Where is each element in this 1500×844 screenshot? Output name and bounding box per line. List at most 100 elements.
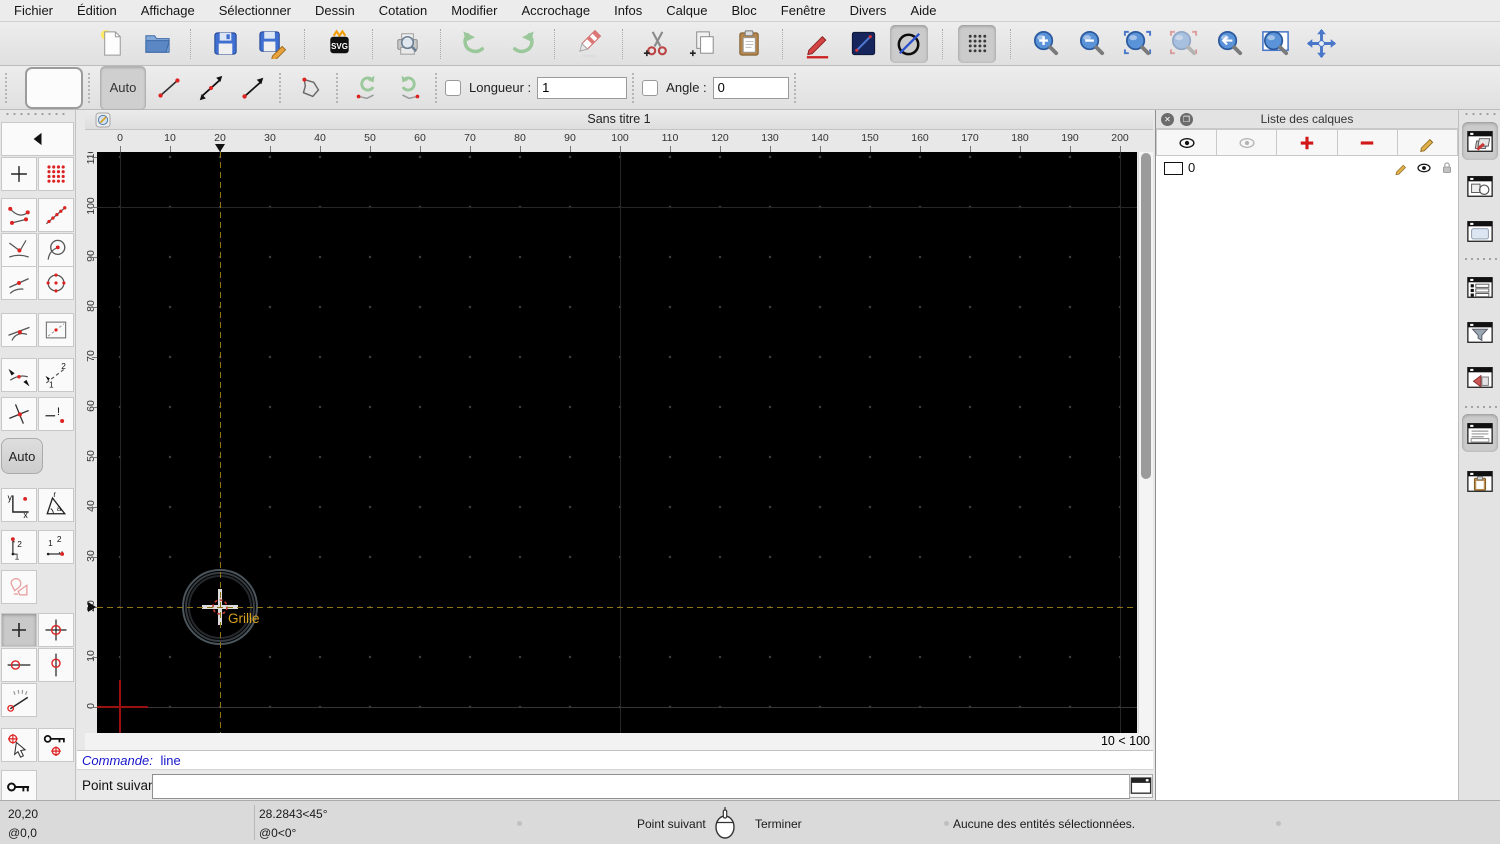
ordinate-2-button[interactable]: 12 [38, 530, 74, 564]
menu-calque[interactable]: Calque [666, 3, 707, 18]
grid-toggle-button[interactable] [958, 24, 996, 63]
menu-selectionner[interactable]: Sélectionner [219, 3, 291, 18]
snap-free-button[interactable] [1, 157, 37, 191]
snap-nearest-button[interactable] [1, 233, 37, 267]
layer-filter-dock-button[interactable] [1462, 313, 1498, 351]
save-button[interactable] [206, 25, 244, 63]
layer-color-swatch[interactable] [1164, 162, 1183, 175]
restrict-plus-button[interactable] [1, 613, 37, 647]
command-widget-toggle-button[interactable] [1129, 774, 1153, 798]
drawing-canvas[interactable]: Grille [97, 152, 1137, 733]
library-browser-dock-button[interactable] [1462, 212, 1498, 250]
document-titlebar[interactable]: Sans titre 1 [85, 110, 1153, 130]
snap-tangent-button[interactable] [1, 313, 37, 347]
auto-snap-toggle[interactable]: Auto [100, 65, 146, 110]
horizontal-scrollbar[interactable]: 10 < 100 [85, 733, 1153, 750]
zoom-pan-button[interactable] [1302, 25, 1340, 63]
layer-visibility-icon[interactable] [1416, 160, 1432, 179]
save-as-button[interactable] [252, 25, 290, 63]
menu-fichier[interactable]: Fichier [14, 3, 53, 18]
vertical-scrollbar[interactable] [1138, 152, 1153, 733]
copy-button[interactable] [684, 25, 722, 63]
menu-fenetre[interactable]: Fenêtre [781, 3, 826, 18]
open-file-button[interactable] [138, 25, 176, 63]
restrict-nothing-button[interactable] [1, 570, 37, 604]
menu-divers[interactable]: Divers [850, 3, 887, 18]
remove-layer-button[interactable] [1337, 129, 1398, 156]
restrict-orthogonal-button[interactable] [38, 613, 74, 647]
undo-button[interactable] [456, 25, 494, 63]
new-document-button[interactable] [92, 25, 130, 63]
draw-line-angle-button[interactable] [190, 68, 232, 108]
delete-entities-button[interactable] [570, 25, 608, 63]
named-views-dock-button[interactable] [1462, 358, 1498, 396]
snap-distance-manual-button[interactable]: 12 [38, 358, 74, 392]
angle-gauge-button[interactable] [1, 683, 37, 717]
layer-edit-icon[interactable] [1393, 160, 1409, 179]
block-list-dock-button[interactable] [1462, 167, 1498, 205]
palette-back-button[interactable] [1, 122, 74, 156]
snap-reference-button[interactable] [38, 313, 74, 347]
menu-cotation[interactable]: Cotation [379, 3, 427, 18]
draw-line-button[interactable] [844, 25, 882, 63]
zoom-out-button[interactable] [1072, 25, 1110, 63]
cut-button[interactable] [638, 25, 676, 63]
ordinate-1-button[interactable]: 21 [1, 530, 37, 564]
snap-distance-button[interactable] [1, 358, 37, 392]
menu-infos[interactable]: Infos [614, 3, 642, 18]
snap-endpoints-button[interactable] [1, 198, 37, 232]
layer-row[interactable]: 0 [1156, 157, 1458, 179]
draw-line-2p-button[interactable] [148, 68, 190, 108]
hide-all-layers-button[interactable] [1217, 129, 1278, 156]
show-all-layers-button[interactable] [1156, 129, 1218, 156]
angle-checkbox[interactable] [642, 79, 659, 96]
zoom-auto-button[interactable] [1118, 25, 1156, 63]
menu-bloc[interactable]: Bloc [731, 3, 756, 18]
menu-modifier[interactable]: Modifier [451, 3, 497, 18]
length-checkbox[interactable] [445, 79, 461, 96]
angle-input[interactable] [712, 76, 789, 99]
relative-zero-key-button[interactable] [1, 770, 37, 804]
layer-list-dock-button[interactable] [1462, 122, 1498, 160]
current-tool-line-button[interactable] [25, 66, 83, 118]
pen-edit-button[interactable] [798, 25, 836, 63]
menu-edition[interactable]: Édition [77, 3, 117, 18]
menu-aide[interactable]: Aide [910, 3, 936, 18]
entity-list-dock-button[interactable] [1462, 268, 1498, 306]
redo-segment-button[interactable] [388, 68, 430, 108]
layer-lock-icon[interactable] [1439, 160, 1455, 179]
snap-quadrant-button[interactable] [38, 266, 74, 300]
menu-dessin[interactable]: Dessin [315, 3, 355, 18]
snap-middle-button[interactable] [1, 266, 37, 300]
zoom-window-button[interactable] [1256, 25, 1294, 63]
zoom-back-button[interactable] [1210, 25, 1248, 63]
snap-intersection-button[interactable] [1, 397, 37, 431]
menu-affichage[interactable]: Affichage [141, 3, 195, 18]
command-widget-dock-button[interactable] [1462, 414, 1498, 452]
restrict-horizontal-button[interactable] [1, 648, 37, 682]
restrict-vertical-button[interactable] [38, 648, 74, 682]
clipboard-contents-dock-button[interactable] [1462, 462, 1498, 500]
coordinate-polar-button[interactable]: ra [38, 488, 74, 522]
select-reference-button[interactable] [1, 728, 37, 762]
command-input[interactable] [152, 774, 1130, 799]
snap-on-entity-button[interactable] [38, 198, 74, 232]
menu-accrochage[interactable]: Accrochage [521, 3, 590, 18]
snap-center-button[interactable] [38, 233, 74, 267]
draw-polyline-button[interactable] [289, 68, 331, 108]
coordinate-cartesian-button[interactable]: yx [1, 488, 37, 522]
length-input[interactable] [537, 76, 628, 99]
undo-segment-button[interactable] [346, 68, 388, 108]
layer-panel-titlebar[interactable]: ✕ ❐ Liste des calques [1156, 110, 1458, 129]
vertical-scrollbar-thumb[interactable] [1141, 153, 1151, 479]
snap-intersection-manual-button[interactable]: ! [38, 397, 74, 431]
zoom-in-button[interactable] [1026, 25, 1064, 63]
lock-relative-zero-button[interactable] [38, 728, 74, 762]
print-preview-button[interactable] [388, 25, 426, 63]
paste-button[interactable] [730, 25, 768, 63]
edit-layer-button[interactable] [1397, 129, 1459, 156]
draw-line-vector-button[interactable] [232, 68, 274, 108]
add-layer-button[interactable] [1277, 129, 1338, 156]
snap-grid-button[interactable] [38, 157, 74, 191]
snap-auto-button[interactable]: Auto [1, 438, 43, 474]
